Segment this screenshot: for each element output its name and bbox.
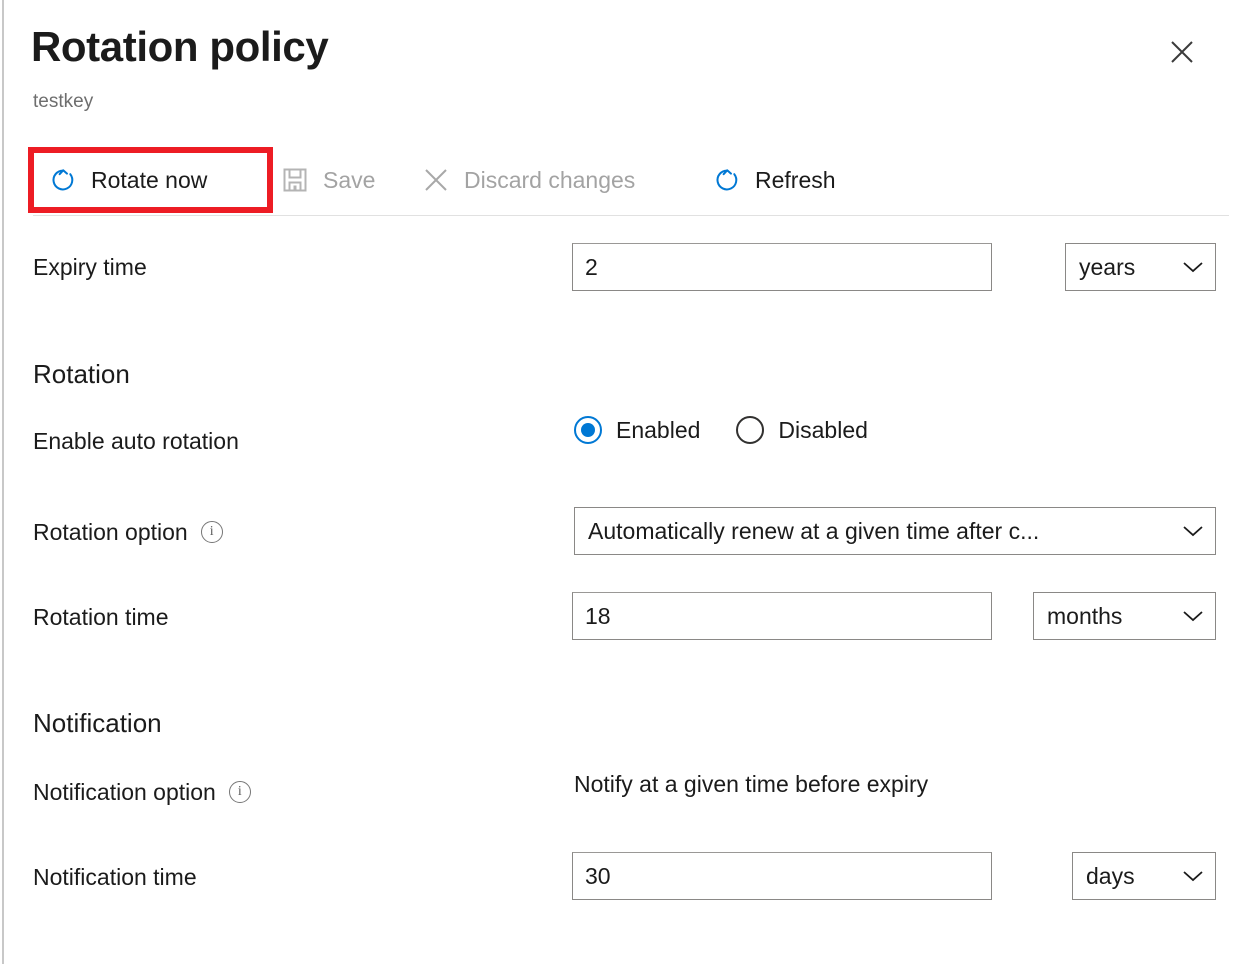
notification-option-row-label: Notification option i xyxy=(33,778,251,806)
close-button[interactable] xyxy=(1162,34,1202,74)
notification-time-unit-select[interactable]: days xyxy=(1072,852,1216,900)
radio-selected-icon xyxy=(574,416,602,444)
rotation-policy-blade: Rotation policy testkey Rotate now xyxy=(0,0,1240,964)
rotation-option-row-label: Rotation option i xyxy=(33,518,223,546)
notification-section-heading: Notification xyxy=(33,707,162,739)
info-icon[interactable]: i xyxy=(201,521,223,543)
expiry-time-unit-value: years xyxy=(1079,254,1135,281)
expiry-time-label: Expiry time xyxy=(33,253,147,281)
page-title: Rotation policy xyxy=(31,22,328,72)
notification-time-unit-value: days xyxy=(1086,863,1135,890)
rotation-time-input[interactable] xyxy=(572,592,992,640)
rotation-option-label: Rotation option xyxy=(33,518,188,546)
save-icon xyxy=(280,165,310,195)
rotate-now-button[interactable]: Rotate now xyxy=(44,148,211,212)
refresh-icon xyxy=(712,165,742,195)
notification-time-label: Notification time xyxy=(33,863,197,891)
discard-icon xyxy=(421,165,451,195)
radio-unselected-icon xyxy=(736,416,764,444)
blade-left-edge xyxy=(2,0,4,964)
enable-auto-rotation-radio-group: Enabled Disabled xyxy=(574,416,868,444)
discard-changes-label: Discard changes xyxy=(464,166,635,194)
page-subtitle: testkey xyxy=(33,90,93,114)
info-icon[interactable]: i xyxy=(229,781,251,803)
rotation-option-value: Automatically renew at a given time afte… xyxy=(588,518,1039,545)
notification-time-input[interactable] xyxy=(572,852,992,900)
notification-option-value: Notify at a given time before expiry xyxy=(574,770,928,798)
rotation-time-unit-value: months xyxy=(1047,603,1122,630)
rotate-icon xyxy=(48,165,78,195)
expiry-time-input[interactable] xyxy=(572,243,992,291)
close-icon xyxy=(1167,37,1197,72)
rotation-option-select[interactable]: Automatically renew at a given time afte… xyxy=(574,507,1216,555)
discard-changes-button[interactable]: Discard changes xyxy=(417,148,639,212)
radio-option-disabled-label: Disabled xyxy=(778,416,868,444)
command-toolbar: Rotate now Save Discard changes xyxy=(0,148,1240,212)
chevron-down-icon xyxy=(1182,869,1204,883)
chevron-down-icon xyxy=(1182,609,1204,623)
radio-option-disabled[interactable]: Disabled xyxy=(736,416,868,444)
enable-auto-rotation-label: Enable auto rotation xyxy=(33,427,239,455)
rotation-time-label: Rotation time xyxy=(33,603,169,631)
save-button[interactable]: Save xyxy=(276,148,379,212)
refresh-button[interactable]: Refresh xyxy=(708,148,840,212)
toolbar-divider xyxy=(33,215,1229,216)
expiry-time-unit-select[interactable]: years xyxy=(1065,243,1216,291)
rotation-time-unit-select[interactable]: months xyxy=(1033,592,1216,640)
radio-option-enabled-label: Enabled xyxy=(616,416,700,444)
chevron-down-icon xyxy=(1182,524,1204,538)
notification-option-label: Notification option xyxy=(33,778,216,806)
radio-option-enabled[interactable]: Enabled xyxy=(574,416,700,444)
save-label: Save xyxy=(323,166,375,194)
rotation-section-heading: Rotation xyxy=(33,358,130,390)
rotate-now-label: Rotate now xyxy=(91,166,207,194)
refresh-label: Refresh xyxy=(755,166,836,194)
chevron-down-icon xyxy=(1182,260,1204,274)
